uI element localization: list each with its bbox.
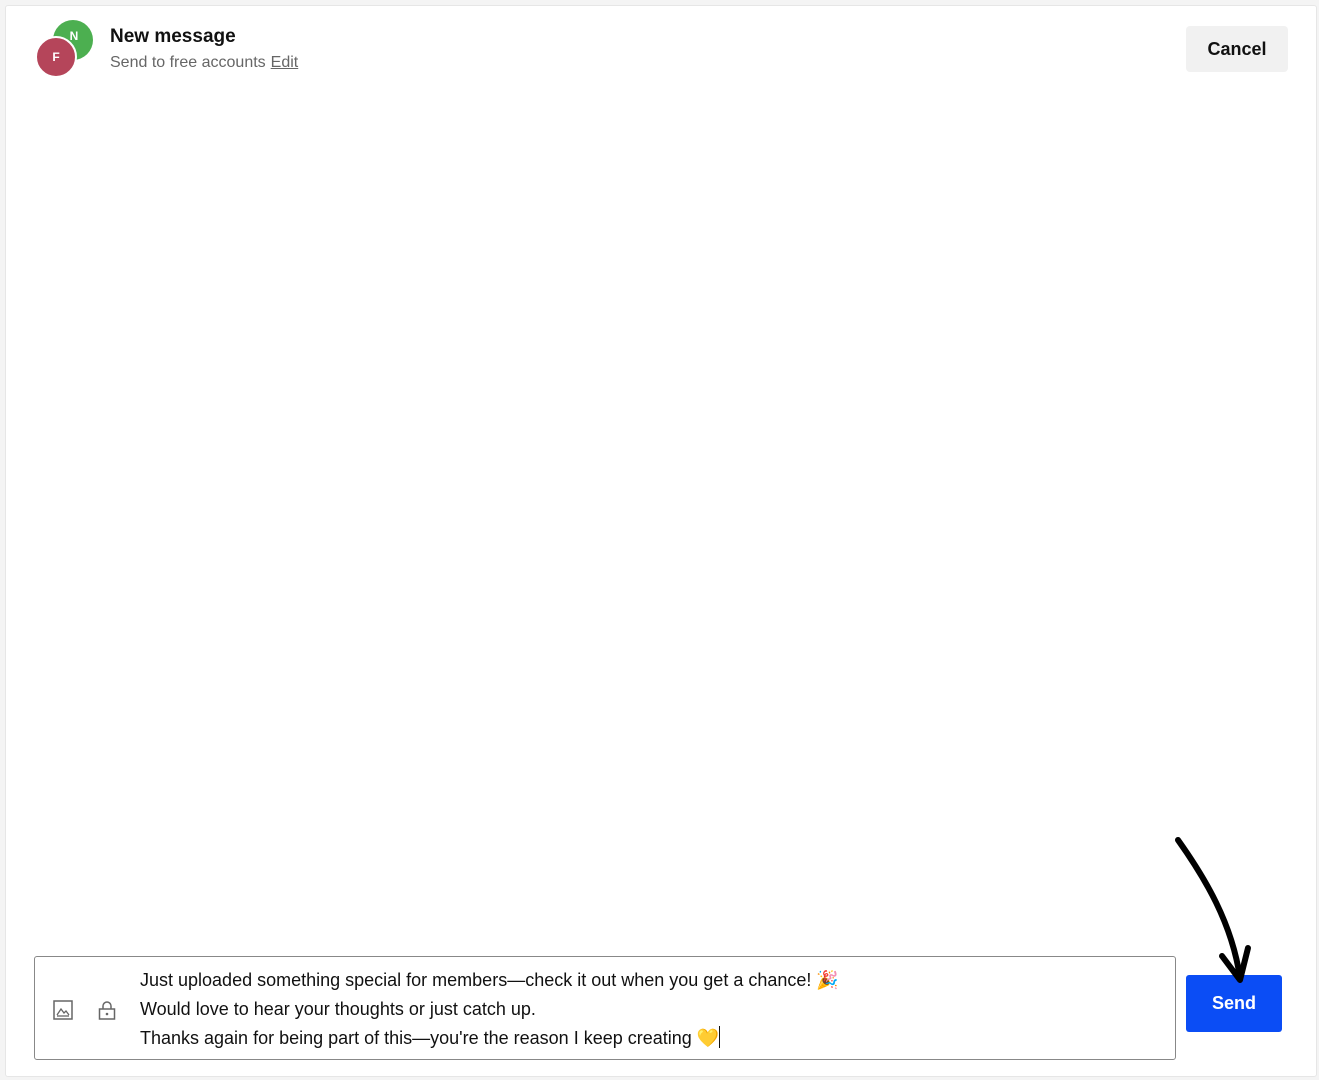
title-block: New message Send to free accounts Edit — [110, 24, 298, 76]
image-icon[interactable] — [52, 999, 74, 1021]
message-composer[interactable]: Just uploaded something special for memb… — [34, 956, 1176, 1060]
lock-icon[interactable] — [96, 999, 118, 1021]
text-caret — [719, 1026, 721, 1048]
avatar: F — [35, 36, 77, 78]
send-button[interactable]: Send — [1186, 975, 1282, 1032]
message-input[interactable]: Just uploaded something special for memb… — [140, 966, 839, 1053]
message-line: Just uploaded something special for memb… — [140, 970, 839, 990]
message-line: Thanks again for being part of this—you'… — [140, 1026, 721, 1048]
recipient-avatars: N F — [35, 20, 96, 80]
message-line: Would love to hear your thoughts or just… — [140, 999, 536, 1019]
message-panel: N F New message Send to free accounts Edi… — [5, 5, 1317, 1077]
recipient-label: Send to free accounts — [110, 54, 266, 71]
page-title: New message — [110, 26, 236, 47]
recipient-summary: Send to free accounts Edit — [110, 50, 298, 76]
cancel-button[interactable]: Cancel — [1186, 26, 1288, 72]
edit-recipients-link[interactable]: Edit — [271, 54, 299, 71]
header: N F New message Send to free accounts Edi… — [6, 6, 1316, 96]
